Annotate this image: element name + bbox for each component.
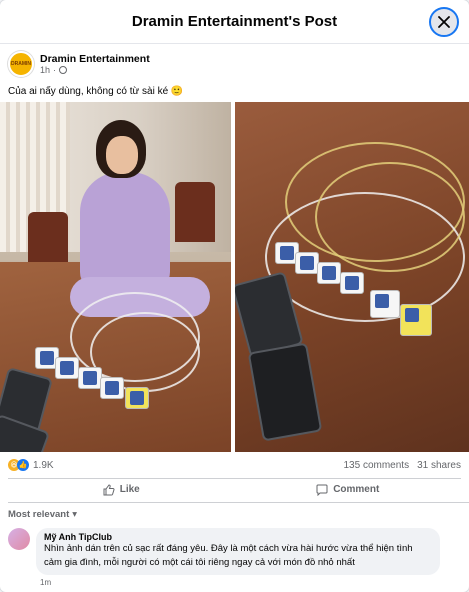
- comments-section: Most relevant ▾ Mỹ Anh TipClub Nhìn ảnh …: [8, 502, 469, 592]
- comment-bubble: Mỹ Anh TipClub Nhìn ảnh dán trên củ sạc …: [36, 528, 440, 575]
- comment-text: Nhìn ảnh dán trên củ sạc rất đáng yêu. Đ…: [44, 543, 413, 568]
- like-button[interactable]: Like: [8, 479, 235, 500]
- comment-time[interactable]: 1m: [40, 578, 469, 587]
- like-label: Like: [119, 484, 140, 495]
- modal-title: Dramin Entertainment's Post: [131, 13, 338, 30]
- post-actions: Like Comment: [8, 478, 461, 500]
- post-text: Của ai nấy dùng, không có từ sài ké 🙂: [8, 86, 184, 97]
- post-author[interactable]: Dramin Entertainment: [40, 53, 150, 65]
- reactions-summary[interactable]: 😆 👍 1.9K: [8, 459, 54, 471]
- comment-icon: [316, 484, 328, 496]
- share-count[interactable]: 31 shares: [417, 460, 461, 471]
- comment-count[interactable]: 135 comments: [343, 460, 409, 471]
- photo-left[interactable]: [0, 102, 231, 452]
- chevron-down-icon: ▾: [72, 509, 78, 520]
- reaction-count[interactable]: 1.9K: [33, 460, 54, 471]
- close-button[interactable]: [429, 7, 459, 37]
- comment-item: Mỹ Anh TipClub Nhìn ảnh dán trên củ sạc …: [8, 528, 469, 575]
- comment-author[interactable]: Mỹ Anh TipClub: [44, 532, 432, 542]
- comment-label: Comment: [333, 484, 380, 495]
- post-stats: 😆 👍 1.9K 135 comments 31 shares: [0, 456, 469, 474]
- post-header: DRAMIN Dramin Entertainment 1h ·: [0, 44, 469, 78]
- comment-button[interactable]: Comment: [235, 479, 462, 500]
- post-modal: Dramin Entertainment's Post DRAMIN Drami…: [0, 0, 469, 592]
- like-icon: 👍: [17, 459, 29, 471]
- commenter-avatar[interactable]: [8, 528, 30, 550]
- close-icon: [438, 16, 450, 28]
- globe-icon: [59, 66, 68, 75]
- photo-grid: [0, 102, 469, 452]
- comment-sort[interactable]: Most relevant ▾: [8, 503, 469, 520]
- post-time[interactable]: 1h: [40, 65, 50, 75]
- modal-header: Dramin Entertainment's Post: [0, 0, 469, 44]
- page-avatar[interactable]: DRAMIN: [8, 51, 34, 77]
- photo-right[interactable]: [235, 102, 469, 452]
- thumbs-up-icon: [103, 483, 115, 495]
- sort-label: Most relevant: [8, 509, 70, 520]
